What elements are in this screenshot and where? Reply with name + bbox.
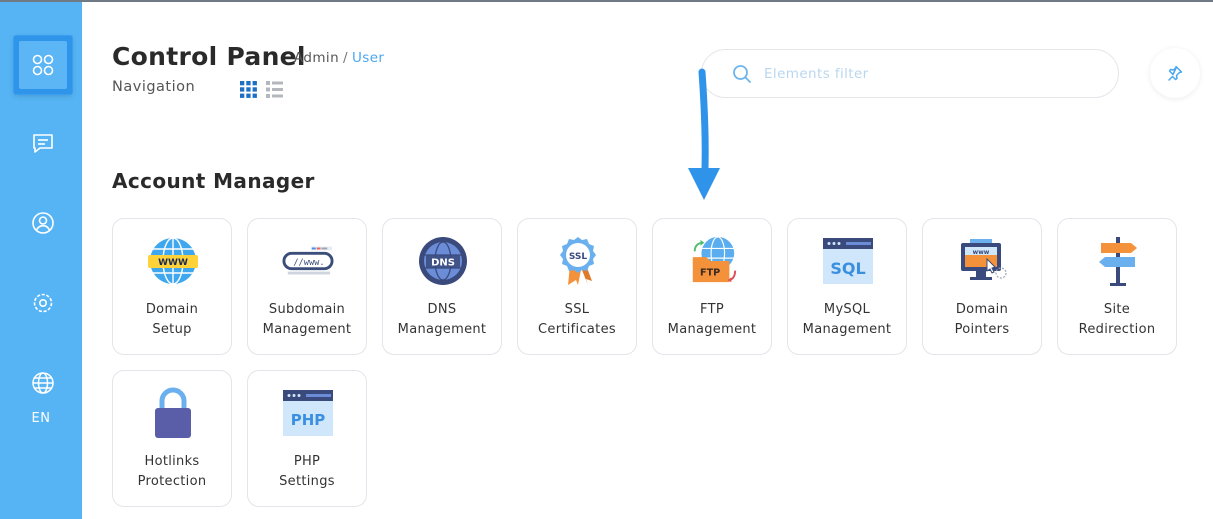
annotation-arrow (688, 68, 720, 200)
pin-icon (1168, 65, 1183, 81)
breadcrumb-item-admin[interactable]: Admin (294, 50, 339, 66)
svg-text:WWW: WWW (158, 258, 188, 268)
sidebar-item-apps[interactable] (14, 36, 72, 94)
elements-filter (701, 49, 1119, 98)
tile-label-line2: Management (802, 322, 892, 337)
user-icon (32, 212, 54, 234)
tile-label-line1: MySQL (823, 302, 871, 317)
globe-icon (32, 372, 54, 394)
tile-label-line2: Pointers (954, 322, 1010, 337)
pin-button[interactable] (1150, 48, 1200, 98)
tile-hotlinks-protection[interactable]: Hotlinks Protection (112, 370, 232, 507)
breadcrumb-item-user[interactable]: User (352, 50, 384, 66)
window-top-border (0, 0, 1213, 2)
www-globe-icon: WWW (147, 233, 199, 289)
tile-label-line1: DNS (427, 302, 457, 317)
svg-text:PHP: PHP (291, 411, 326, 429)
signpost-icon (1092, 233, 1144, 289)
sidebar: EN (0, 2, 82, 519)
sidebar-item-messages[interactable] (15, 115, 71, 171)
tile-domain-pointers[interactable]: www Domain Pointers (922, 218, 1042, 355)
tile-mysql-management[interactable]: SQL MySQL Management (787, 218, 907, 355)
tile-subdomain-management[interactable]: //www. Subdomain Management (247, 218, 367, 355)
tile-dns-management[interactable]: DNS DNS Management (382, 218, 502, 355)
page-title: Control Panel (112, 42, 306, 71)
tile-ftp-management[interactable]: FTP FTP Management (652, 218, 772, 355)
sidebar-item-language[interactable] (15, 355, 71, 411)
tile-label-line1: FTP (700, 302, 724, 317)
svg-text://www.: //www. (293, 258, 324, 268)
language-code[interactable]: EN (0, 411, 82, 426)
section-title: Account Manager (112, 169, 315, 193)
navigation-label: Navigation (112, 79, 196, 95)
search-icon (733, 65, 751, 83)
tile-label-line1: SSL (564, 302, 590, 317)
padlock-icon (147, 385, 199, 441)
tile-label-line2: Setup (152, 322, 192, 337)
svg-text:SQL: SQL (830, 259, 865, 278)
tile-label-line2: Management (397, 322, 487, 337)
elements-filter-input[interactable] (764, 60, 1094, 88)
sidebar-item-settings[interactable] (15, 275, 71, 331)
tile-label-line1: Domain (955, 302, 1009, 317)
php-window-icon: PHP (282, 385, 334, 441)
domain-pointer-icon: www (957, 233, 1009, 289)
settings-icon (33, 293, 53, 313)
tile-label-line1: Site (1103, 302, 1131, 317)
tile-label-line1: Subdomain (268, 302, 346, 317)
ssl-badge-icon: SSL (552, 233, 604, 289)
tile-label-line1: Hotlinks (144, 454, 200, 469)
sidebar-item-profile[interactable] (15, 195, 71, 251)
svg-text:DNS: DNS (431, 258, 455, 269)
list-view-icon[interactable] (266, 81, 283, 98)
tile-site-redirection[interactable]: Site Redirection (1057, 218, 1177, 355)
breadcrumb-separator: / (343, 50, 348, 66)
tile-ssl-certificates[interactable]: SSL SSL Certificates (517, 218, 637, 355)
tile-php-settings[interactable]: PHP PHP Settings (247, 370, 367, 507)
svg-text:www: www (973, 249, 990, 256)
subdomain-link-icon: //www. (282, 233, 334, 289)
tile-label-line2: Management (262, 322, 352, 337)
svg-text:SSL: SSL (569, 252, 588, 262)
tile-label-line2: Protection (137, 474, 207, 489)
ftp-folder-icon: FTP (687, 233, 739, 289)
tile-label-line2: Settings (279, 474, 335, 489)
grid-view-icon[interactable] (240, 81, 257, 98)
tile-label-line1: Domain (145, 302, 199, 317)
chat-icon (33, 134, 53, 153)
tile-label-line2: Certificates (538, 322, 616, 337)
svg-text:FTP: FTP (700, 267, 720, 278)
tile-label-line1: PHP (293, 454, 321, 469)
tile-domain-setup[interactable]: WWW Domain Setup (112, 218, 232, 355)
sql-window-icon: SQL (822, 233, 874, 289)
dns-globe-icon: DNS (417, 233, 469, 289)
tile-label-line2: Redirection (1078, 322, 1156, 337)
breadcrumb: Admin / User (294, 50, 384, 66)
tile-label-line2: Management (667, 322, 757, 337)
apps-grid-icon (32, 54, 54, 76)
